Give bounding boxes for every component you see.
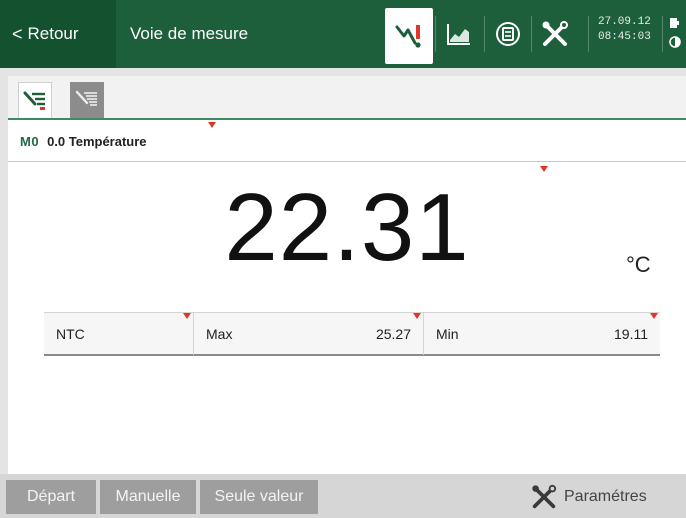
channel-name: 0.0 Température — [47, 134, 147, 149]
header-separator — [435, 16, 436, 52]
measuring-channel-icon[interactable] — [385, 8, 433, 64]
measured-unit: °C — [626, 252, 651, 277]
single-channel-view-icon[interactable] — [18, 82, 52, 118]
header-separator — [531, 16, 532, 52]
max-value: 25.27 — [375, 326, 411, 342]
min-label: Min — [436, 326, 459, 342]
max-label: Max — [206, 326, 233, 342]
multi-channel-view-icon[interactable] — [70, 82, 104, 118]
config-marker — [208, 122, 216, 128]
channel-id: M0 — [20, 134, 40, 149]
status-icons — [668, 16, 684, 57]
back-button[interactable]: < Retour — [0, 0, 116, 68]
measurement-panel: M0 0.0 Température 22.31 °C NTC Max 25.2… — [8, 76, 686, 474]
config-marker — [183, 313, 191, 319]
chart-icon[interactable] — [439, 14, 479, 54]
config-marker — [540, 166, 548, 172]
view-tabs — [8, 76, 686, 120]
settings-icon — [532, 484, 557, 509]
sensor-type-cell[interactable]: NTC — [44, 313, 194, 355]
channel-header[interactable]: M0 0.0 Température — [8, 122, 686, 162]
date-text: 27.09.12 — [598, 16, 651, 28]
min-value: 19.11 — [614, 326, 648, 342]
max-cell[interactable]: Max 25.27 — [194, 313, 424, 355]
title-bar: < Retour Voie de mesure 27.09.12 08:45:0… — [0, 0, 686, 68]
time-text: 08:45:03 — [598, 31, 651, 43]
parameters-button[interactable]: Paramétres — [530, 480, 647, 514]
header-separator — [588, 16, 589, 52]
single-value-button[interactable]: Seule valeur — [200, 480, 318, 514]
config-marker — [650, 313, 658, 319]
header-separator — [484, 16, 485, 52]
manual-button[interactable]: Manuelle — [100, 480, 196, 514]
sensor-type: NTC — [56, 326, 85, 342]
back-label: Retour — [27, 24, 79, 43]
bottom-toolbar: Départ Manuelle Seule valeur Paramétres — [0, 474, 686, 518]
start-button[interactable]: Départ — [6, 480, 96, 514]
config-marker — [413, 313, 421, 319]
settings-icon[interactable] — [535, 14, 575, 54]
page-title: Voie de mesure — [130, 24, 249, 43]
memory-icon[interactable] — [488, 14, 528, 54]
chevron-left-icon: < — [12, 23, 23, 44]
datetime-display: 27.09.12 08:45:03 — [598, 15, 658, 45]
measured-value[interactable]: 22.31 — [8, 180, 686, 276]
min-cell[interactable]: Min 19.11 — [424, 313, 660, 355]
header-separator — [662, 16, 663, 52]
brightness-icon — [669, 36, 681, 48]
channel-info-table: NTC Max 25.27 Min 19.11 — [44, 312, 660, 356]
battery-icon — [670, 18, 679, 28]
parameters-label: Paramétres — [564, 488, 647, 505]
